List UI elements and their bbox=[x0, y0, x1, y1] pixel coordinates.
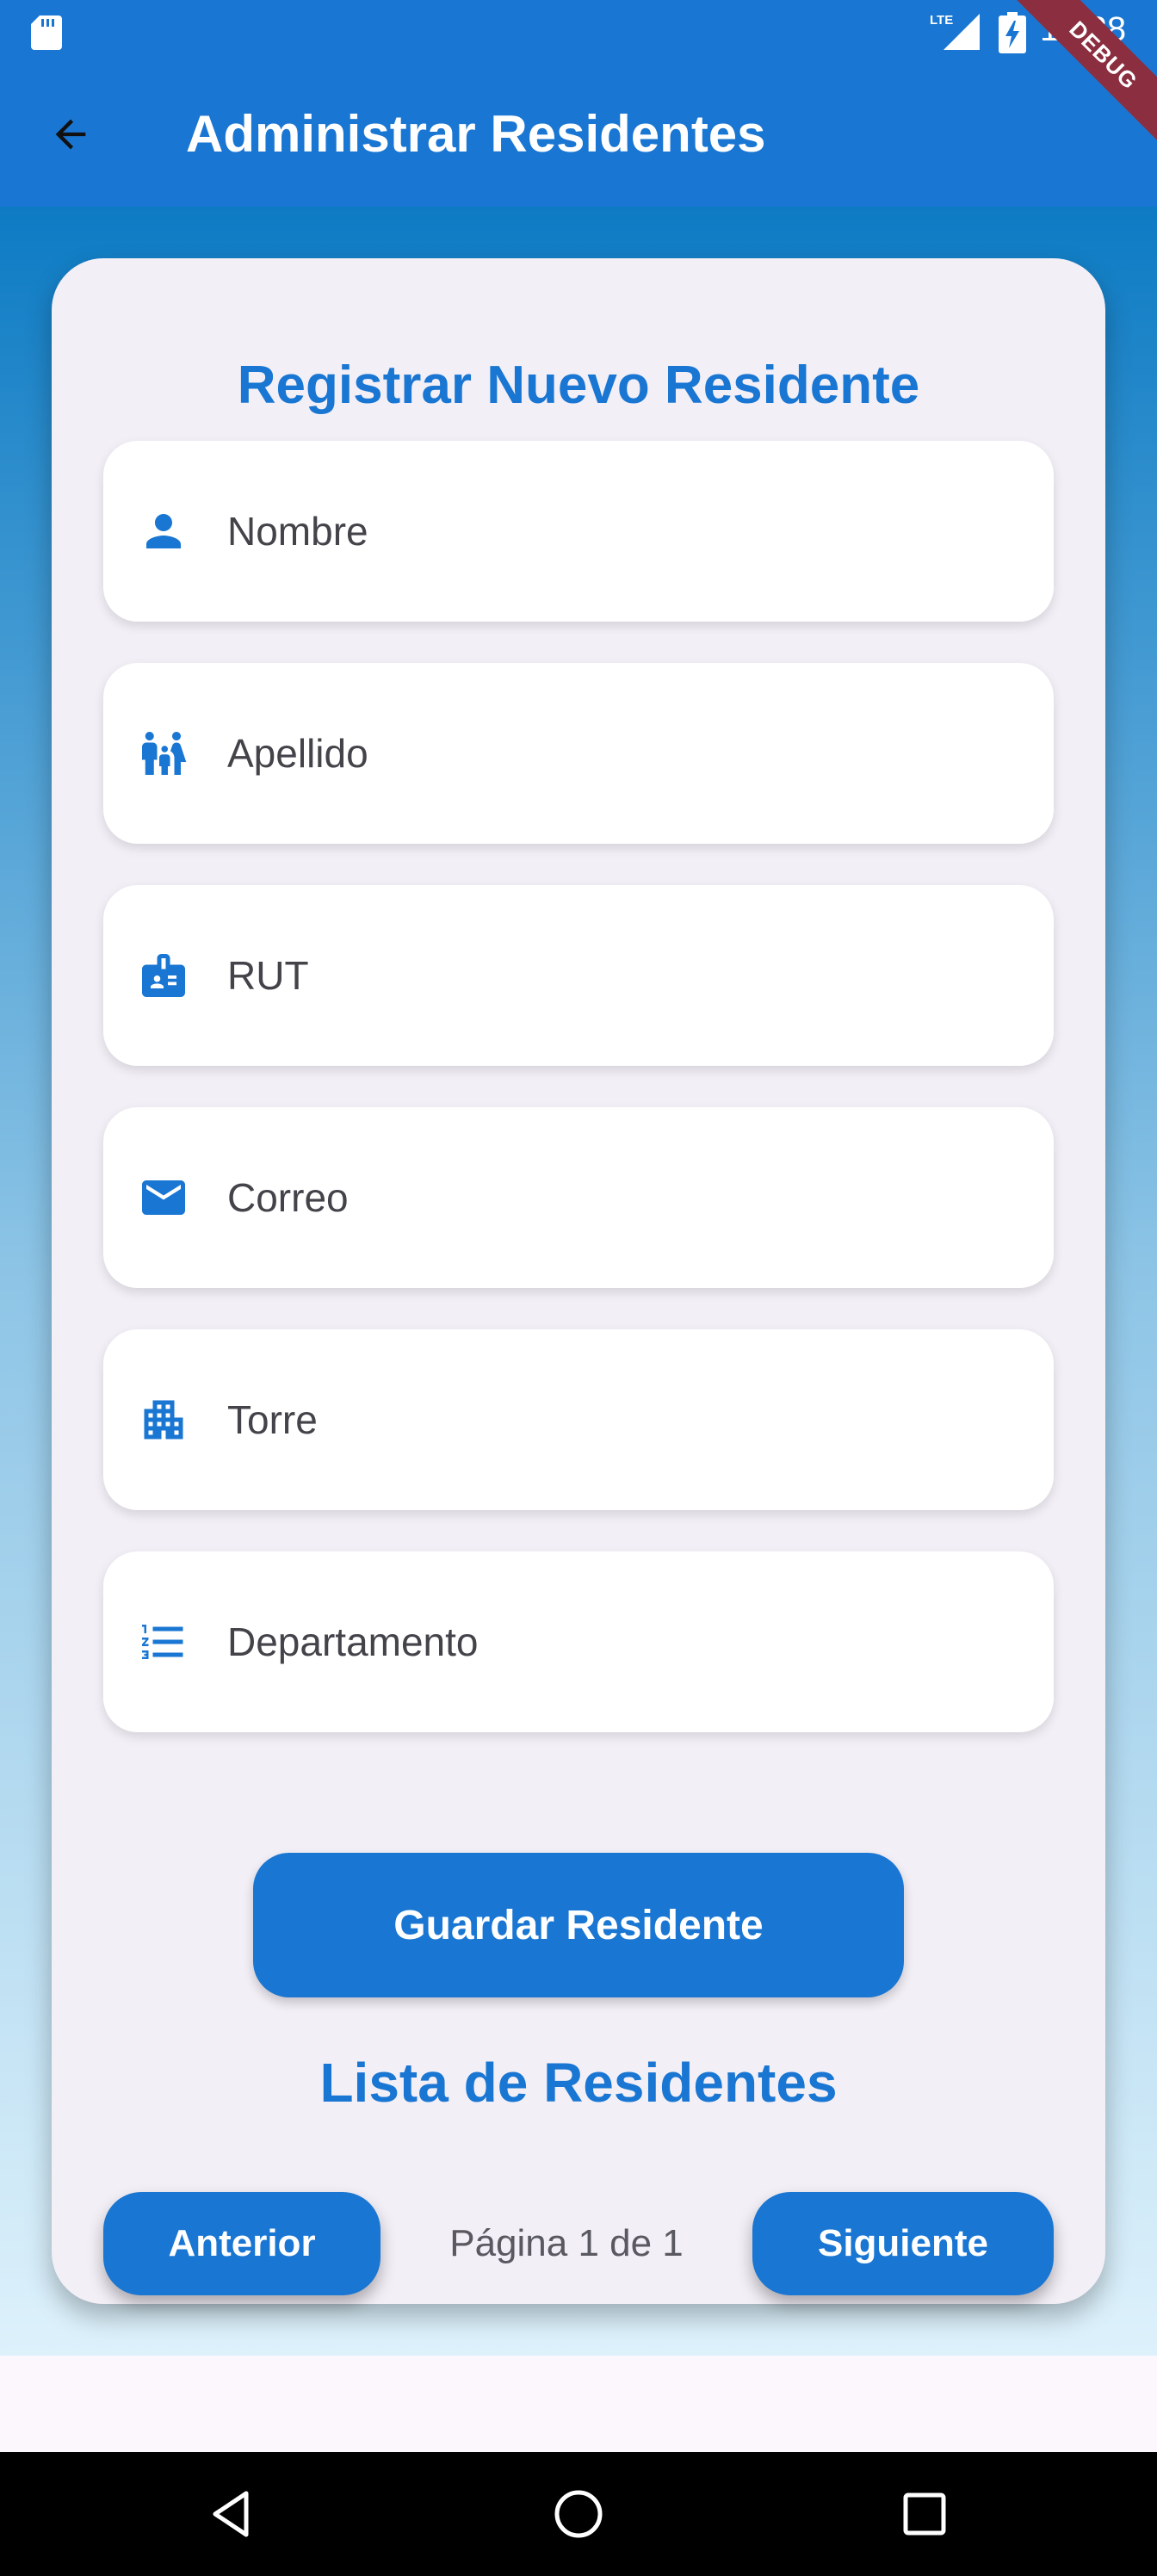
torre-field[interactable]: Torre bbox=[103, 1329, 1054, 1510]
app-bar: Administrar Residentes bbox=[0, 62, 1157, 207]
square-recents-icon[interactable] bbox=[894, 2483, 956, 2545]
signal-icon: LTE bbox=[930, 13, 980, 50]
badge-icon bbox=[142, 954, 185, 997]
departamento-placeholder: Departamento bbox=[227, 1619, 479, 1664]
form-title: Registrar Nuevo Residente bbox=[237, 356, 920, 415]
arrow-back-icon bbox=[55, 119, 86, 150]
numbered-list-icon bbox=[142, 1625, 183, 1659]
person-icon bbox=[146, 514, 181, 548]
apellido-field[interactable]: Apellido bbox=[103, 663, 1054, 844]
resident-form-card: Registrar Nuevo Residente Nombre Apellid… bbox=[52, 258, 1105, 2304]
triangle-back-icon[interactable] bbox=[201, 2483, 263, 2545]
save-resident-button[interactable]: Guardar Residente bbox=[253, 1853, 904, 1997]
torre-placeholder: Torre bbox=[227, 1397, 318, 1442]
battery-charging-icon bbox=[999, 12, 1026, 53]
correo-field[interactable]: Correo bbox=[103, 1107, 1054, 1288]
status-bar: LTE 12:28 bbox=[0, 0, 1157, 62]
circle-home-icon[interactable] bbox=[548, 2483, 609, 2545]
page-indicator: Página 1 de 1 bbox=[449, 2222, 684, 2264]
apartment-icon bbox=[144, 1400, 183, 1440]
content-background: Registrar Nuevo Residente Nombre Apellid… bbox=[0, 207, 1157, 2356]
resident-list-title: Lista de Residentes bbox=[319, 2052, 838, 2114]
next-page-button[interactable]: Siguiente bbox=[752, 2192, 1054, 2295]
previous-page-button[interactable]: Anterior bbox=[103, 2192, 381, 2295]
nombre-field[interactable]: Nombre bbox=[103, 441, 1054, 622]
departamento-field[interactable]: Departamento bbox=[103, 1551, 1054, 1732]
system-navigation-bar bbox=[0, 2452, 1157, 2576]
nombre-placeholder: Nombre bbox=[227, 509, 368, 554]
back-button[interactable] bbox=[38, 102, 103, 167]
sd-card-icon bbox=[31, 15, 62, 50]
rut-placeholder: RUT bbox=[227, 953, 309, 998]
apellido-placeholder: Apellido bbox=[227, 731, 368, 776]
page-title: Administrar Residentes bbox=[186, 105, 766, 163]
email-icon bbox=[142, 1180, 185, 1215]
rut-field[interactable]: RUT bbox=[103, 885, 1054, 1066]
family-icon bbox=[142, 732, 187, 775]
network-label: LTE bbox=[930, 13, 953, 28]
correo-placeholder: Correo bbox=[227, 1175, 349, 1220]
